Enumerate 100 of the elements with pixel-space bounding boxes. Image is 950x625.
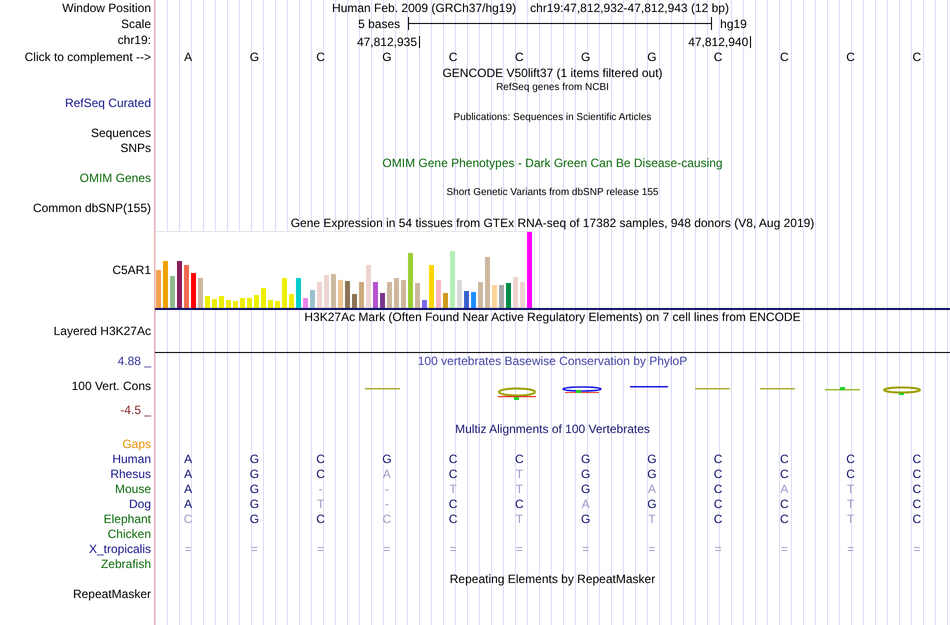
aligned-base: = bbox=[184, 542, 192, 556]
expression-bar[interactable] bbox=[261, 288, 266, 308]
track-label[interactable]: X_tropicalis bbox=[88, 542, 151, 556]
track-label[interactable]: Sequences bbox=[90, 126, 151, 140]
expression-bar[interactable] bbox=[450, 251, 455, 308]
expression-bar[interactable] bbox=[282, 278, 287, 308]
expression-bar[interactable] bbox=[212, 299, 217, 308]
base-letter[interactable]: C bbox=[448, 50, 458, 64]
expression-bar[interactable] bbox=[513, 277, 518, 308]
expression-bar[interactable] bbox=[471, 292, 476, 308]
expression-bar[interactable] bbox=[310, 290, 315, 308]
aligned-base: C bbox=[912, 512, 922, 526]
track-label[interactable]: Common dbSNP(155) bbox=[32, 200, 151, 214]
expression-bar[interactable] bbox=[254, 295, 259, 308]
aligned-base: C bbox=[316, 512, 325, 526]
expression-bar[interactable] bbox=[163, 261, 168, 308]
base-letter[interactable]: G bbox=[647, 50, 657, 64]
expression-bar[interactable] bbox=[499, 285, 504, 308]
base-letter[interactable]: A bbox=[184, 50, 192, 64]
track-label[interactable]: Elephant bbox=[104, 512, 151, 526]
expression-bar[interactable] bbox=[156, 270, 161, 308]
expression-bar[interactable] bbox=[219, 296, 224, 308]
expression-bar[interactable] bbox=[177, 261, 182, 308]
expression-bar[interactable] bbox=[324, 275, 329, 308]
base-letter[interactable]: C bbox=[714, 50, 722, 64]
expression-bar[interactable] bbox=[380, 293, 385, 308]
expression-bar[interactable] bbox=[268, 300, 273, 308]
track-label[interactable]: C5AR1 bbox=[112, 263, 151, 277]
track-label[interactable]: Rhesus bbox=[110, 466, 151, 480]
aligned-base: T bbox=[846, 482, 854, 496]
track-label[interactable]: OMIM Genes bbox=[80, 170, 151, 184]
aligned-base: A bbox=[780, 482, 788, 496]
assembly-title: Human Feb. 2009 (GRCh37/hg19) bbox=[332, 1, 516, 15]
expression-bar[interactable] bbox=[317, 282, 322, 308]
expression-bar[interactable] bbox=[485, 257, 490, 308]
expression-bar[interactable] bbox=[492, 285, 497, 308]
track-label[interactable]: Human bbox=[112, 452, 151, 466]
aligned-base: = bbox=[582, 542, 590, 556]
expression-bar[interactable] bbox=[352, 294, 357, 308]
track-label[interactable]: SNPs bbox=[120, 140, 151, 154]
expression-bar[interactable] bbox=[373, 282, 378, 308]
expression-bar[interactable] bbox=[233, 301, 238, 308]
track-label[interactable]: RefSeq Curated bbox=[64, 96, 151, 110]
expression-bar[interactable] bbox=[415, 283, 420, 308]
aligned-base: = bbox=[847, 542, 854, 556]
expression-bar[interactable] bbox=[296, 278, 301, 308]
expression-bar[interactable] bbox=[226, 300, 231, 308]
expression-bar[interactable] bbox=[443, 293, 448, 308]
expression-bar[interactable] bbox=[520, 282, 525, 308]
expression-bar[interactable] bbox=[527, 232, 532, 308]
expression-bar[interactable] bbox=[184, 265, 189, 308]
expression-bar[interactable] bbox=[464, 291, 469, 308]
track-label[interactable]: Zebrafish bbox=[100, 556, 151, 570]
aligned-base: C bbox=[515, 496, 524, 510]
base-letter[interactable]: C bbox=[780, 50, 789, 64]
aligned-base: C bbox=[316, 452, 325, 466]
expression-bar[interactable] bbox=[408, 253, 413, 308]
expression-bar[interactable] bbox=[275, 301, 280, 308]
expression-bar[interactable] bbox=[478, 282, 483, 308]
base-letter[interactable]: C bbox=[912, 50, 922, 64]
row-label: chr19: bbox=[118, 33, 151, 47]
expression-bar[interactable] bbox=[359, 282, 364, 308]
track-title: GENCODE V50lift37 (1 items filtered out) bbox=[442, 66, 663, 80]
expression-bar[interactable] bbox=[338, 280, 343, 308]
base-letter[interactable]: C bbox=[515, 50, 524, 64]
base-letter[interactable]: C bbox=[316, 50, 325, 64]
expression-bar[interactable] bbox=[387, 282, 392, 308]
expression-bar[interactable] bbox=[345, 281, 350, 308]
expression-bar[interactable] bbox=[366, 265, 371, 308]
expression-bar[interactable] bbox=[191, 273, 196, 308]
expression-bar[interactable] bbox=[247, 298, 252, 308]
base-letter[interactable]: G bbox=[382, 50, 392, 64]
aligned-base: A bbox=[582, 496, 590, 510]
expression-bar[interactable] bbox=[457, 280, 462, 308]
expression-bar[interactable] bbox=[205, 296, 210, 308]
track-label[interactable]: Dog bbox=[128, 496, 151, 510]
expression-bar[interactable] bbox=[506, 283, 511, 308]
track-label[interactable]: RepeatMasker bbox=[72, 586, 151, 600]
aligned-base: T bbox=[516, 512, 524, 526]
aligned-base: C bbox=[780, 466, 789, 480]
expression-bar[interactable] bbox=[289, 294, 294, 308]
base-letter[interactable]: C bbox=[846, 50, 855, 64]
base-letter[interactable]: G bbox=[580, 50, 590, 64]
expression-bar[interactable] bbox=[422, 300, 427, 308]
expression-bar[interactable] bbox=[331, 274, 336, 308]
track-label[interactable]: Layered H3K27Ac bbox=[54, 324, 151, 338]
expression-bar[interactable] bbox=[198, 278, 203, 308]
aligned-base: T bbox=[846, 512, 854, 526]
base-letter[interactable]: G bbox=[250, 50, 260, 64]
expression-bar[interactable] bbox=[436, 280, 441, 308]
aligned-base: G bbox=[382, 452, 392, 466]
expression-bar[interactable] bbox=[240, 298, 245, 308]
expression-bar[interactable] bbox=[303, 298, 308, 308]
expression-bar[interactable] bbox=[394, 278, 399, 308]
track-label[interactable]: 100 Vert. Cons bbox=[72, 378, 151, 392]
track-label[interactable]: Chicken bbox=[108, 526, 151, 540]
track-label[interactable]: Mouse bbox=[114, 482, 151, 496]
expression-bar[interactable] bbox=[401, 280, 406, 308]
expression-bar[interactable] bbox=[170, 276, 175, 308]
expression-bar[interactable] bbox=[429, 265, 434, 308]
